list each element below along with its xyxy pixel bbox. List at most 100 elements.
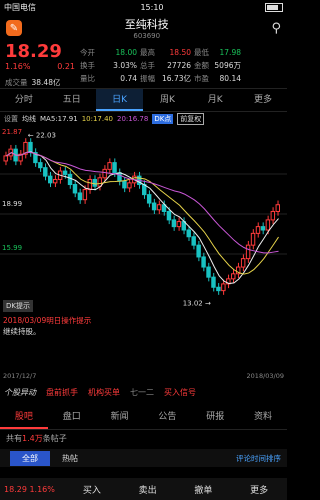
ma-mode[interactable]: 均线 bbox=[22, 114, 36, 124]
y-axis-low: 15.99 bbox=[2, 244, 23, 252]
candle bbox=[245, 244, 251, 260]
candle bbox=[62, 170, 68, 175]
candle bbox=[127, 182, 132, 189]
ma5-value: MA5:17.91 bbox=[40, 115, 78, 123]
promo-premarket[interactable]: 盘前抓手 bbox=[46, 387, 78, 398]
candle bbox=[43, 167, 48, 177]
candle bbox=[82, 189, 88, 201]
quote-panel: 18.29 1.16% 0.21 今开 18.00 最高 18.50 最低 17.98 … bbox=[0, 41, 287, 84]
quote-val: 5096万 bbox=[214, 61, 241, 70]
filter-hot[interactable]: 热帖 bbox=[62, 453, 78, 464]
date-axis: 2017/12/7 2018/03/09 bbox=[3, 372, 284, 380]
ma20-value: 20:16.78 bbox=[117, 115, 149, 123]
buy-button[interactable]: 买入 bbox=[64, 483, 120, 496]
cancel-order-button[interactable]: 撤单 bbox=[176, 483, 232, 496]
stock-code: 603690 bbox=[133, 32, 161, 40]
y-axis-high: 21.87 bbox=[2, 128, 23, 136]
candle bbox=[38, 162, 43, 169]
battery-icon bbox=[265, 2, 283, 12]
y-axis-mid: 18.99 bbox=[2, 200, 23, 208]
promo-institution[interactable]: 机构买单 bbox=[88, 387, 120, 398]
tab-orderbook[interactable]: 盘口 bbox=[48, 405, 96, 429]
forum-count: 共有1.4万条帖子 bbox=[6, 433, 67, 444]
current-price: 18.29 bbox=[5, 41, 62, 62]
candle bbox=[156, 204, 162, 211]
advice-text: 继续持股。 bbox=[3, 327, 41, 336]
search-icon[interactable]: ⚲ bbox=[271, 21, 281, 36]
quote-val: 80.14 bbox=[219, 74, 241, 83]
candle bbox=[176, 221, 182, 228]
dk-hint-label[interactable]: DK提示 bbox=[3, 300, 33, 312]
sort-toggle[interactable]: 评论时间排序 bbox=[236, 453, 281, 464]
candle bbox=[166, 210, 172, 221]
quote-key: 量比 bbox=[80, 74, 95, 83]
tab-more[interactable]: 更多 bbox=[239, 89, 287, 111]
candle bbox=[77, 192, 83, 201]
status-bar: 中国电信 15:10 bbox=[0, 0, 287, 14]
candle bbox=[216, 286, 221, 292]
candle bbox=[191, 236, 196, 246]
candle bbox=[270, 210, 276, 221]
candle bbox=[260, 226, 266, 231]
tab-5day[interactable]: 五日 bbox=[48, 89, 96, 111]
abs-change: 0.21 bbox=[57, 62, 75, 71]
tab-news[interactable]: 新闻 bbox=[96, 405, 144, 429]
quote-val: 3.03% bbox=[113, 61, 137, 70]
promo-anomaly[interactable]: 个股异动 bbox=[4, 387, 36, 398]
advice-box: 2018/03/09明日操作提示 继续持股。 bbox=[3, 315, 91, 337]
quote-key: 市盈 bbox=[194, 74, 209, 83]
candle bbox=[122, 180, 127, 189]
tab-weekly-k[interactable]: 周K bbox=[143, 89, 191, 111]
low-marker: 13.02 → bbox=[183, 299, 211, 307]
carrier: 中国电信 bbox=[4, 2, 36, 12]
more-button[interactable]: 更多 bbox=[231, 483, 287, 496]
high-marker: ← 22.03 bbox=[28, 131, 56, 139]
candle bbox=[151, 202, 157, 211]
candle bbox=[240, 258, 246, 268]
forum-filter-bar: 全部 热帖 评论时间排序 bbox=[0, 449, 287, 467]
indicator-bar: 设置 均线 MA5:17.91 10:17.40 20:16.78 DK点 前复… bbox=[0, 112, 287, 126]
candle bbox=[117, 172, 122, 182]
tab-research[interactable]: 研报 bbox=[191, 405, 239, 429]
candle bbox=[211, 276, 216, 288]
candle bbox=[206, 266, 211, 278]
quote-key: 换手 bbox=[80, 61, 95, 70]
settings-button[interactable]: 设置 bbox=[4, 114, 18, 124]
tab-monthly-k[interactable]: 月K bbox=[191, 89, 239, 111]
date-start: 2017/12/7 bbox=[3, 372, 37, 380]
forum-post: 条帖子 bbox=[42, 434, 67, 443]
tab-intraday[interactable]: 分时 bbox=[0, 89, 48, 111]
tab-forum[interactable]: 股吧 bbox=[0, 405, 48, 429]
quote-key: 金额 bbox=[194, 61, 209, 70]
tab-announcement[interactable]: 公告 bbox=[143, 405, 191, 429]
app-logo-icon[interactable]: ✎ bbox=[6, 20, 22, 36]
candle bbox=[196, 244, 201, 258]
filter-all[interactable]: 全部 bbox=[10, 450, 50, 466]
adjust-button[interactable]: 前复权 bbox=[177, 113, 205, 125]
kline-svg: ← 22.03 13.02 → bbox=[0, 131, 287, 307]
tab-daily-k[interactable]: 日K bbox=[95, 89, 144, 111]
news-tabs: 股吧 盘口 新闻 公告 研报 资料 bbox=[0, 405, 287, 430]
candle bbox=[52, 178, 58, 184]
quote-key: 振幅 bbox=[140, 74, 155, 83]
dk-point-button[interactable]: DK点 bbox=[152, 114, 174, 124]
candle bbox=[3, 155, 8, 162]
candle bbox=[255, 226, 261, 234]
promo-buy-signal[interactable]: 买入信号 bbox=[164, 387, 196, 398]
candle bbox=[171, 219, 177, 228]
date-end: 2018/03/09 bbox=[246, 372, 284, 380]
clock: 15:10 bbox=[140, 2, 164, 12]
promo-712[interactable]: 七一二 bbox=[130, 387, 154, 398]
quote-val: 0.74 bbox=[120, 74, 137, 83]
quote-val: 18.00 bbox=[115, 48, 137, 57]
quote-key: 今开 bbox=[80, 48, 95, 57]
tab-profile[interactable]: 资料 bbox=[239, 405, 287, 429]
sell-button[interactable]: 卖出 bbox=[120, 483, 176, 496]
candle bbox=[201, 256, 206, 268]
advice-date: 2018/03/09明日操作提示 bbox=[3, 316, 92, 325]
candle bbox=[102, 168, 107, 179]
kline-chart[interactable]: ← 22.03 13.02 → 21.87 18.99 15.99 bbox=[0, 126, 287, 322]
quote-val: 16.73亿 bbox=[162, 74, 191, 83]
pct-change: 1.16% bbox=[5, 62, 31, 71]
promo-bar: 个股异动 盘前抓手 机构买单 七一二 买入信号 bbox=[0, 383, 287, 401]
